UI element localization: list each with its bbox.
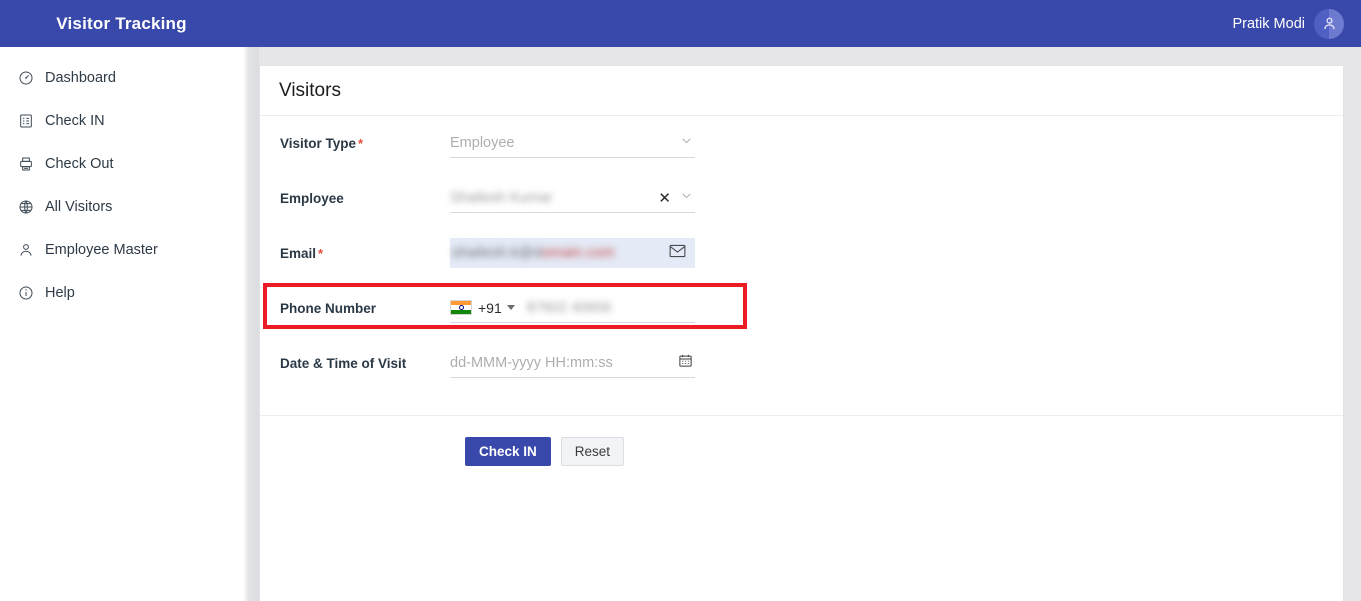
chevron-down-icon[interactable] bbox=[680, 134, 693, 152]
visitors-card: Visitors Visitor Type * Employee Employe… bbox=[259, 65, 1344, 601]
visit-datetime-label-text: Date & Time of Visit bbox=[280, 356, 407, 371]
visitor-type-select[interactable]: Employee bbox=[450, 128, 695, 158]
brand-title: Visitor Tracking bbox=[56, 13, 187, 33]
email-label: Email * bbox=[260, 238, 450, 261]
sidebar-item-employee-master[interactable]: Employee Master bbox=[0, 228, 243, 271]
employee-field[interactable]: Shailesh Kumar ✕ bbox=[450, 183, 695, 213]
visitor-type-label-text: Visitor Type bbox=[280, 136, 357, 151]
employee-value: Shailesh Kumar bbox=[450, 189, 553, 206]
sidebar-item-label: Help bbox=[45, 284, 75, 301]
info-circle-icon bbox=[17, 284, 34, 301]
calendar-icon[interactable] bbox=[678, 353, 693, 373]
email-label-text: Email bbox=[280, 246, 317, 261]
employee-select[interactable]: Shailesh Kumar ✕ bbox=[450, 183, 695, 213]
printer-exit-icon bbox=[17, 155, 34, 172]
top-bar: Visitor Tracking Pratik Modi bbox=[0, 0, 1361, 47]
phone-field[interactable]: +91 87602 40656 bbox=[450, 293, 695, 323]
email-value: shailesh.k@domain.com bbox=[452, 245, 615, 261]
chevron-down-icon[interactable] bbox=[680, 189, 693, 207]
visit-datetime-placeholder: dd-MMM-yyyy HH:mm:ss bbox=[450, 354, 613, 371]
required-asterisk: * bbox=[318, 246, 324, 261]
phone-label: Phone Number bbox=[260, 293, 450, 316]
sidebar-item-check-in[interactable]: Check IN bbox=[0, 99, 243, 142]
sidebar-item-label: Check Out bbox=[45, 155, 114, 172]
visit-datetime-field[interactable]: dd-MMM-yyyy HH:mm:ss bbox=[450, 348, 695, 378]
globe-icon bbox=[17, 198, 34, 215]
dashboard-gauge-icon bbox=[17, 69, 34, 86]
form-actions: Check IN Reset bbox=[260, 416, 1343, 466]
employee-label-text: Employee bbox=[280, 191, 344, 206]
reset-button[interactable]: Reset bbox=[560, 437, 625, 466]
form-row-phone: Phone Number +91 87602 40656 bbox=[260, 293, 1343, 348]
app-root: Visitor Tracking Pratik Modi Dashboard C… bbox=[0, 0, 1361, 601]
sidebar-item-label: Dashboard bbox=[45, 69, 116, 86]
visitor-type-field[interactable]: Employee bbox=[450, 128, 695, 158]
phone-value: 87602 40656 bbox=[526, 299, 612, 316]
sidebar: Dashboard Check IN Check Out All Visitor… bbox=[0, 47, 243, 601]
required-asterisk: * bbox=[358, 136, 364, 151]
sidebar-item-check-out[interactable]: Check Out bbox=[0, 142, 243, 185]
sidebar-scroll-strip[interactable] bbox=[243, 47, 259, 601]
user-name-label: Pratik Modi bbox=[1232, 15, 1305, 32]
sidebar-item-dashboard[interactable]: Dashboard bbox=[0, 56, 243, 99]
card-header: Visitors bbox=[260, 66, 1343, 116]
clipboard-list-icon bbox=[17, 112, 34, 129]
sidebar-item-label: Check IN bbox=[45, 112, 105, 129]
sidebar-item-label: Employee Master bbox=[45, 241, 158, 258]
form-row-visit-datetime: Date & Time of Visit dd-MMM-yyyy HH:mm:s… bbox=[260, 348, 1343, 403]
email-input[interactable]: shailesh.k@domain.com bbox=[450, 238, 695, 268]
phone-input-group[interactable]: +91 87602 40656 bbox=[450, 293, 695, 323]
email-field[interactable]: shailesh.k@domain.com bbox=[450, 238, 695, 268]
sidebar-item-all-visitors[interactable]: All Visitors bbox=[0, 185, 243, 228]
check-in-button[interactable]: Check IN bbox=[465, 437, 551, 466]
form-row-employee: Employee Shailesh Kumar ✕ bbox=[260, 183, 1343, 238]
visitor-type-placeholder: Employee bbox=[450, 134, 515, 151]
form-row-email: Email * shailesh.k@domain.com bbox=[260, 238, 1343, 293]
phone-label-text: Phone Number bbox=[280, 301, 377, 316]
employee-label: Employee bbox=[260, 183, 450, 206]
visit-datetime-input[interactable]: dd-MMM-yyyy HH:mm:ss bbox=[450, 348, 695, 378]
form-row-visitor-type: Visitor Type * Employee bbox=[260, 128, 1343, 183]
visitor-type-label: Visitor Type * bbox=[260, 128, 450, 151]
user-avatar-icon[interactable] bbox=[1314, 8, 1344, 39]
person-icon bbox=[17, 241, 34, 258]
visit-datetime-label: Date & Time of Visit bbox=[260, 348, 450, 371]
flag-stripe-green bbox=[451, 309, 471, 314]
country-code-label: +91 bbox=[478, 299, 502, 316]
visitor-type-icons bbox=[680, 128, 693, 158]
envelope-icon bbox=[669, 244, 686, 263]
page-title: Visitors bbox=[279, 79, 341, 101]
india-flag-icon[interactable] bbox=[450, 300, 472, 315]
clear-x-icon[interactable]: ✕ bbox=[658, 191, 671, 206]
sidebar-item-label: All Visitors bbox=[45, 198, 113, 215]
sidebar-item-help[interactable]: Help bbox=[0, 271, 243, 314]
flag-chakra bbox=[458, 305, 464, 310]
employee-icons: ✕ bbox=[658, 183, 693, 213]
caret-down-icon[interactable] bbox=[506, 305, 515, 310]
visit-datetime-icons bbox=[678, 348, 693, 378]
user-menu[interactable]: Pratik Modi bbox=[1232, 0, 1344, 47]
visitor-form: Visitor Type * Employee Employee Shailes… bbox=[260, 116, 1343, 466]
